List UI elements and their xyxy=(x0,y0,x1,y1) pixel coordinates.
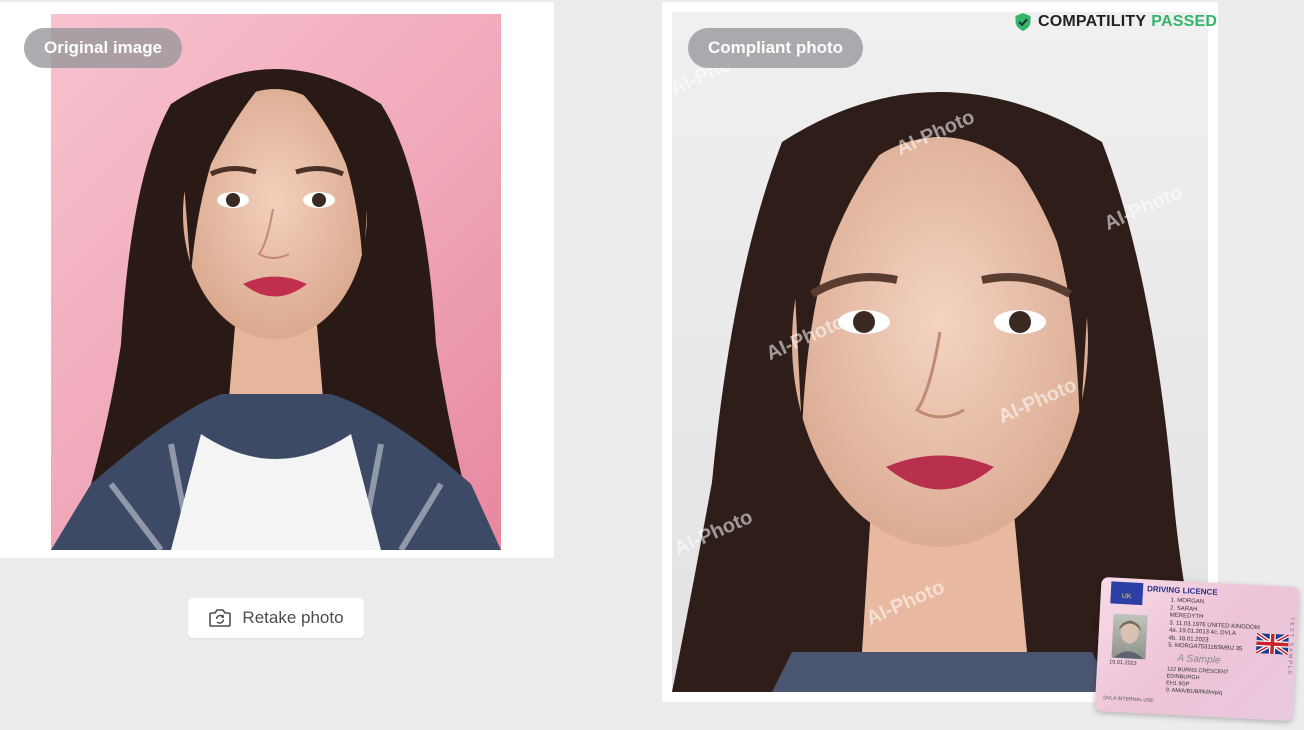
retake-photo-label: Retake photo xyxy=(242,608,344,627)
compatibility-status: COMPATILITY PASSED xyxy=(1014,11,1217,33)
eu-flag-icon: UK xyxy=(1110,581,1144,606)
licence-photo-date: 19.01.2023 xyxy=(1109,659,1137,667)
passed-label: PASSED xyxy=(1151,13,1218,30)
shield-check-icon xyxy=(1015,13,1031,31)
original-image-card xyxy=(0,2,554,558)
original-portrait xyxy=(51,69,501,550)
original-photo xyxy=(51,14,501,550)
compatibility-label: COMPATILITY xyxy=(1038,13,1147,30)
licence-side-text: TEST SAMPLE xyxy=(1285,616,1295,677)
original-image-label: Original image xyxy=(24,28,183,68)
uk-flag-icon xyxy=(1255,633,1289,655)
licence-footer: DVLA INTERNAL USE xyxy=(1103,695,1154,704)
camera-rotate-icon xyxy=(209,609,232,627)
licence-country-code: UK xyxy=(1121,592,1132,601)
licence-portrait xyxy=(1113,620,1144,660)
licence-address: 122 BURNS CRESCENT EDINBURGH EH1 9GP 9. … xyxy=(1166,666,1229,697)
licence-title: DRIVING LICENCE xyxy=(1146,584,1218,597)
driving-licence-image: UK DRIVING LICENCE 1. MORGAN 2. SARAH ME… xyxy=(1094,576,1300,722)
licence-details: 1. MORGAN 2. SARAH MEREDYTH 3. 11.03.197… xyxy=(1168,598,1261,655)
retake-photo-button[interactable]: Retake photo xyxy=(188,598,364,638)
compliant-photo-label: Compliant photo xyxy=(688,28,864,68)
licence-photo xyxy=(1111,613,1148,660)
licence-signature: A Sample xyxy=(1177,652,1221,667)
